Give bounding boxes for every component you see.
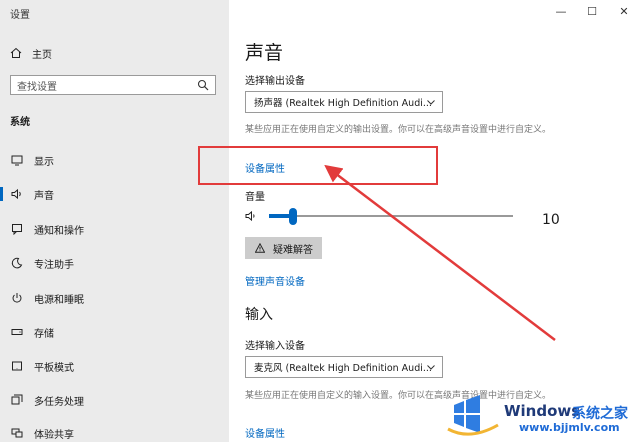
- annotation-arrow: [324, 164, 556, 341]
- watermark-cn: 系统之家: [572, 406, 628, 422]
- watermark-brand: Windows: [504, 402, 581, 420]
- watermark-url: www.bjjmlv.com: [519, 421, 620, 434]
